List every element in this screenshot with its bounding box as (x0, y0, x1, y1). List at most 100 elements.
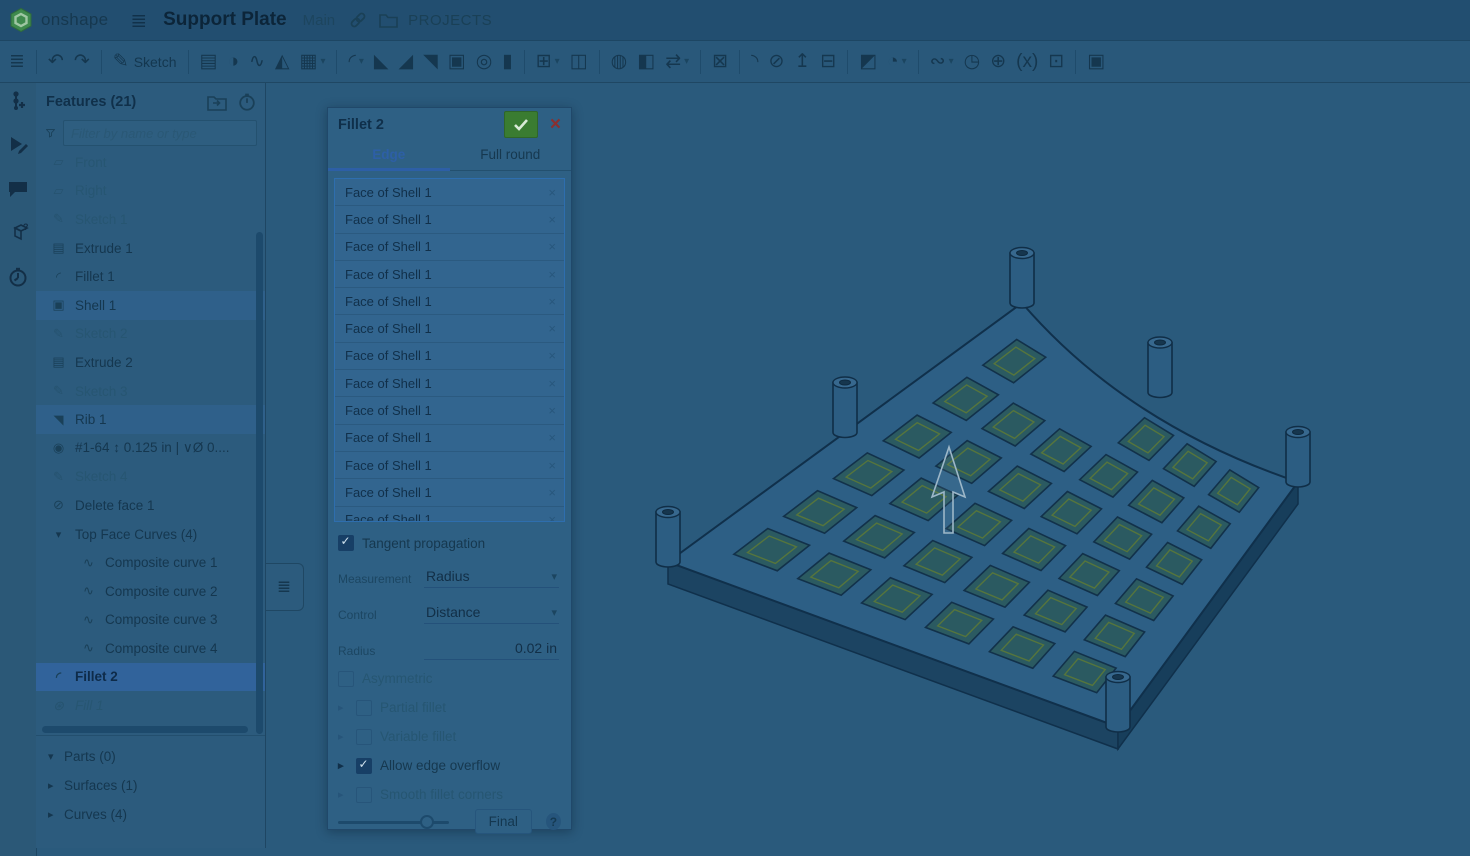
versions-history-icon[interactable] (7, 90, 29, 112)
cancel-button[interactable]: × (546, 114, 565, 136)
chevron-right-icon[interactable]: ▸ (338, 788, 356, 801)
selection-item[interactable]: Face of Shell 1× (335, 479, 564, 506)
features-vertical-scrollbar[interactable] (256, 232, 263, 734)
partial-fillet-checkbox[interactable] (356, 700, 372, 716)
tangent-propagation-checkbox[interactable] (338, 535, 354, 551)
feature-item-fillet-1[interactable]: ◜Fillet 1 (36, 262, 265, 291)
section-parts-0[interactable]: ▾Parts (0) (36, 742, 265, 771)
hole-button[interactable]: ◎ (471, 46, 498, 78)
remove-selection-icon[interactable]: × (548, 512, 556, 522)
remove-selection-icon[interactable]: × (548, 376, 556, 391)
selection-item[interactable]: Face of Shell 1× (335, 315, 564, 342)
rib-button[interactable]: ◥ (418, 46, 443, 78)
project-name[interactable]: PROJECTS (404, 12, 492, 29)
feature-item-front[interactable]: ▱Front (36, 148, 265, 177)
curves-chevron-icon[interactable]: ▾ (949, 56, 954, 67)
feature-item-shell-1[interactable]: ▣Shell 1 (36, 291, 265, 320)
move-face-button[interactable]: ↥ (789, 46, 815, 78)
selection-item[interactable]: Face of Shell 1× (335, 343, 564, 370)
feature-item-top-face-curves-4[interactable]: ▾Top Face Curves (4) (36, 520, 265, 549)
extrude-button[interactable]: ▤ (195, 46, 223, 78)
loft-button[interactable]: ◭ (270, 46, 295, 78)
feature-list-button[interactable]: ≣ (4, 46, 30, 78)
surface-chevron-icon[interactable]: ▾ (902, 56, 907, 67)
variable-fillet-checkbox[interactable] (356, 729, 372, 745)
remove-selection-icon[interactable]: × (548, 267, 556, 282)
feature-item-sketch-3[interactable]: ✎Sketch 3 (36, 377, 265, 406)
feature-item-composite-curve-3[interactable]: ∿Composite curve 3 (36, 606, 265, 635)
comments-icon[interactable] (7, 178, 29, 200)
feature-item-1-64-0-125-in-0[interactable]: ◉#1-64 ↕ 0.125 in | ∨Ø 0.... (36, 434, 265, 463)
more-tools-button[interactable]: ▣ (1082, 46, 1110, 78)
delete-face-button[interactable]: ⊘ (763, 46, 789, 78)
remove-selection-icon[interactable]: × (548, 185, 556, 200)
smooth-fillet-corners-checkbox[interactable] (356, 787, 372, 803)
feature-item-sketch-2[interactable]: ✎Sketch 2 (36, 320, 265, 349)
project-curve-button[interactable]: ⊕ (985, 46, 1011, 78)
rollback-timer-icon[interactable] (237, 92, 257, 112)
selection-item[interactable]: Face of Shell 1× (335, 288, 564, 315)
helix-button[interactable]: ◷ (959, 46, 986, 78)
transform-chevron-icon[interactable]: ▾ (684, 56, 689, 67)
selection-item[interactable]: Face of Shell 1× (335, 397, 564, 424)
remove-selection-icon[interactable]: × (548, 212, 556, 227)
chevron-right-icon[interactable]: ▸ (48, 779, 64, 792)
delete-part-button[interactable]: ⊠ (707, 46, 733, 78)
project-folder-icon[interactable] (373, 12, 404, 28)
curves-button[interactable]: ∾▾ (925, 46, 959, 78)
feature-item-composite-curve-1[interactable]: ∿Composite curve 1 (36, 548, 265, 577)
feature-item-fill-1[interactable]: ⊛Fill 1 (36, 691, 265, 720)
measurement-dropdown[interactable]: Radius (424, 566, 559, 588)
remove-selection-icon[interactable]: × (548, 458, 556, 473)
radius-input[interactable]: 0.02 in (424, 638, 559, 660)
linear-pattern-chevron-icon[interactable]: ▾ (555, 56, 560, 67)
chevron-right-icon[interactable]: ▸ (338, 701, 356, 714)
rollback-slider[interactable] (338, 815, 449, 829)
features-horizontal-scrollbar[interactable] (42, 726, 248, 733)
follow-mode-icon[interactable] (7, 134, 29, 156)
thicken-chevron-icon[interactable]: ▾ (320, 56, 325, 67)
slider-thumb[interactable] (420, 815, 434, 829)
revolve-button[interactable]: ◑ (222, 46, 243, 78)
fillet-button[interactable]: ◜▾ (343, 46, 368, 78)
history-clock-icon[interactable] (7, 266, 29, 288)
selection-item[interactable]: Face of Shell 1× (335, 507, 564, 522)
remove-selection-icon[interactable]: × (548, 403, 556, 418)
asymmetric-checkbox[interactable] (338, 671, 354, 687)
selection-item[interactable]: Face of Shell 1× (335, 370, 564, 397)
selection-item[interactable]: Face of Shell 1× (335, 234, 564, 261)
section-surfaces-1[interactable]: ▸Surfaces (1) (36, 771, 265, 800)
chevron-right-icon[interactable]: ▸ (338, 759, 356, 772)
selection-item[interactable]: Face of Shell 1× (335, 206, 564, 233)
modify-fillet-button[interactable]: ◝ (746, 46, 763, 78)
filter-input[interactable] (63, 120, 257, 146)
remove-selection-icon[interactable]: × (548, 485, 556, 500)
filter-funnel-icon[interactable] (46, 125, 55, 141)
draft-button[interactable]: ◢ (393, 46, 418, 78)
boolean-button[interactable]: ◍ (606, 46, 633, 78)
selection-item[interactable]: Face of Shell 1× (335, 425, 564, 452)
remove-selection-icon[interactable]: × (548, 348, 556, 363)
selection-item[interactable]: Face of Shell 1× (335, 452, 564, 479)
feature-item-extrude-1[interactable]: ▤Extrude 1 (36, 234, 265, 263)
feature-item-rib-1[interactable]: ◥Rib 1 (36, 405, 265, 434)
chevron-down-icon[interactable]: ▾ (50, 528, 67, 541)
variables-button[interactable]: (x) (1011, 46, 1043, 78)
control-dropdown[interactable]: Distance (424, 602, 559, 624)
final-button[interactable]: Final (475, 809, 532, 834)
main-menu-icon[interactable]: ≣ (118, 8, 159, 33)
remove-selection-icon[interactable]: × (548, 321, 556, 336)
redo-button[interactable]: ↷ (69, 46, 95, 78)
section-curves-4[interactable]: ▸Curves (4) (36, 800, 265, 829)
feature-item-extrude-2[interactable]: ▤Extrude 2 (36, 348, 265, 377)
shell-button[interactable]: ▣ (443, 46, 471, 78)
share-link-icon[interactable] (343, 11, 373, 29)
sketch-button[interactable]: ✎Sketch (108, 46, 182, 78)
thicken-button[interactable]: ▦▾ (294, 46, 330, 78)
chevron-right-icon[interactable]: ▸ (338, 730, 356, 743)
tab-full-round[interactable]: Full round (450, 141, 572, 170)
fillet-chevron-icon[interactable]: ▾ (359, 56, 364, 67)
undo-button[interactable]: ↶ (43, 46, 69, 78)
workspace-name[interactable]: Main (295, 12, 344, 29)
feature-item-sketch-4[interactable]: ✎Sketch 4 (36, 463, 265, 492)
